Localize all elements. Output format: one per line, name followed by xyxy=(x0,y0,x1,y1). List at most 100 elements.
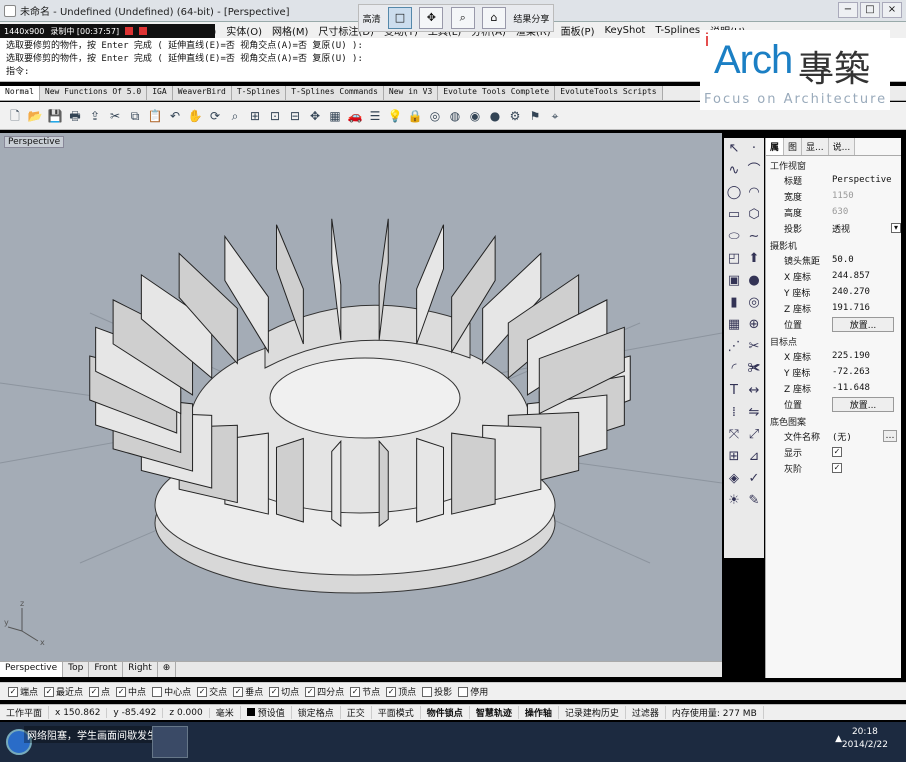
show-checkbox[interactable]: ✓ xyxy=(832,447,842,457)
place-camera-button[interactable]: 放置... xyxy=(832,316,894,332)
property-value[interactable]: 240.270 xyxy=(832,287,901,297)
print-icon[interactable]: 🖶 xyxy=(66,106,84,126)
gear-icon[interactable]: ⚙ xyxy=(506,106,524,126)
property-value[interactable]: 透视 xyxy=(832,222,891,235)
paste-icon[interactable]: 📋 xyxy=(146,106,164,126)
grid-icon[interactable]: ▦ xyxy=(326,106,344,126)
snap-icon[interactable]: ⌖ xyxy=(546,106,564,126)
toolbar-tab[interactable]: IGA xyxy=(147,86,173,100)
scale-icon[interactable]: ⤢ xyxy=(744,424,764,446)
render-icon[interactable]: ◍ xyxy=(446,106,464,126)
toolbar-tab[interactable]: T-Splines Commands xyxy=(286,86,384,100)
array-icon[interactable]: ⁞ xyxy=(724,402,744,424)
osnap-option[interactable]: ✓ 切点 xyxy=(269,685,299,698)
cylinder-icon[interactable]: ▮ xyxy=(724,292,744,314)
open-icon[interactable]: 📂 xyxy=(26,106,44,126)
save-icon[interactable]: 💾 xyxy=(46,106,64,126)
view-tab[interactable]: Perspective xyxy=(0,662,64,677)
layers-icon[interactable]: ☰ xyxy=(366,106,384,126)
group-icon[interactable]: ⊞ xyxy=(724,446,744,468)
paint-icon[interactable]: ✎ xyxy=(744,490,764,512)
sphere-icon[interactable]: ● xyxy=(744,270,764,292)
osnap-option[interactable]: ✓ 顶点 xyxy=(386,685,416,698)
share-label[interactable]: 结果分享 xyxy=(513,12,549,25)
shaded-icon[interactable]: ◉ xyxy=(466,106,484,126)
status-toggle[interactable]: 记录建构历史 xyxy=(559,706,626,719)
select-icon[interactable]: ↖ xyxy=(724,138,744,160)
light-icon[interactable]: 💡 xyxy=(386,106,404,126)
curve-icon[interactable]: ⌒ xyxy=(744,160,764,182)
tab-help[interactable]: 说... xyxy=(828,138,856,155)
copy-icon[interactable]: ⧉ xyxy=(126,106,144,126)
surface-icon[interactable]: ◰ xyxy=(724,248,744,270)
toolbar-tab[interactable]: T-Splines xyxy=(231,86,287,100)
toolbar-tab[interactable]: New Functions Of 5.0 xyxy=(39,86,148,100)
rhino-task[interactable] xyxy=(152,726,188,758)
osnap-option[interactable]: 停用 xyxy=(458,685,488,698)
osnap-checkbox[interactable] xyxy=(458,686,469,697)
osnap-option[interactable]: 中心点 xyxy=(152,685,191,698)
close-button[interactable]: × xyxy=(882,2,902,18)
property-value[interactable]: 191.716 xyxy=(832,303,901,313)
status-toggle[interactable]: 智慧轨迹 xyxy=(470,706,519,719)
status-toggle[interactable]: 锁定格点 xyxy=(292,706,341,719)
lock-icon[interactable]: 🔒 xyxy=(406,106,424,126)
osnap-checkbox[interactable] xyxy=(152,686,163,697)
maximize-button[interactable]: □ xyxy=(860,2,880,18)
flag-icon[interactable]: ⚑ xyxy=(526,106,544,126)
mirror-icon[interactable]: ⇋ xyxy=(744,402,764,424)
status-toggle[interactable]: 操作轴 xyxy=(519,706,559,719)
osnap-checkbox[interactable]: ✓ xyxy=(386,686,397,697)
extrude-icon[interactable]: ⬆ xyxy=(744,248,764,270)
property-value[interactable]: 244.857 xyxy=(832,271,901,281)
osnap-option[interactable]: ✓ 点 xyxy=(89,685,110,698)
zoom-icon[interactable]: ⌕ xyxy=(226,106,244,126)
toolbar-tab[interactable]: Normal xyxy=(0,86,40,100)
cplane-label[interactable]: 工作平面 xyxy=(0,706,50,719)
dimension-icon[interactable]: ↔ xyxy=(744,380,764,402)
record-stop-icon[interactable] xyxy=(125,27,134,35)
perspective-viewport[interactable]: Perspective z x y xyxy=(0,133,722,661)
spline-icon[interactable]: ∼ xyxy=(744,226,764,248)
toolbar-tab[interactable]: New in V3 xyxy=(383,86,439,100)
new-file-icon[interactable]: 🗋 xyxy=(6,106,24,126)
osnap-checkbox[interactable]: ✓ xyxy=(305,686,316,697)
transform-icon[interactable]: ⤧ xyxy=(724,424,744,446)
osnap-checkbox[interactable]: ✓ xyxy=(44,686,55,697)
move-icon[interactable]: ✥ xyxy=(419,7,444,29)
minimize-button[interactable]: − xyxy=(838,2,858,18)
layer-indicator[interactable]: 预设值 xyxy=(241,706,292,719)
status-toggle[interactable]: 平面模式 xyxy=(372,706,421,719)
menu-item[interactable]: T-Splines xyxy=(650,25,705,36)
zoom-icon[interactable]: ⌕ xyxy=(450,7,475,29)
osnap-option[interactable]: ✓ 最近点 xyxy=(44,685,83,698)
square-icon[interactable]: □ xyxy=(388,7,412,29)
record-pause-icon[interactable] xyxy=(139,27,148,35)
view-tab[interactable]: Right xyxy=(123,662,158,677)
osnap-option[interactable]: ✓ 节点 xyxy=(350,685,380,698)
menu-item[interactable]: 面板(P) xyxy=(556,23,600,38)
home-icon[interactable]: ⌂ xyxy=(481,7,506,29)
osnap-option[interactable]: ✓ 中点 xyxy=(116,685,146,698)
osnap-checkbox[interactable]: ✓ xyxy=(350,686,361,697)
osnap-checkbox[interactable] xyxy=(422,686,433,697)
polyline-icon[interactable]: ∿ xyxy=(724,160,744,182)
toolbar-tab[interactable]: EvoluteTools Scripts xyxy=(555,86,663,100)
gray-checkbox[interactable]: ✓ xyxy=(832,463,842,473)
sphere-icon[interactable]: ● xyxy=(486,106,504,126)
osnap-checkbox[interactable]: ✓ xyxy=(89,686,100,697)
status-toggle[interactable]: 过滤器 xyxy=(626,706,666,719)
ellipse-icon[interactable]: ⬭ xyxy=(724,226,744,248)
osnap-option[interactable]: ✓ 垂点 xyxy=(233,685,263,698)
light-icon[interactable]: ☀ xyxy=(724,490,744,512)
split-icon[interactable]: ✂ xyxy=(744,336,764,358)
cut-icon[interactable]: ✂ xyxy=(106,106,124,126)
browse-button[interactable]: … xyxy=(883,430,897,442)
osnap-checkbox[interactable]: ✓ xyxy=(197,686,208,697)
property-value[interactable]: 50.0 xyxy=(832,255,901,265)
view-tab[interactable]: Top xyxy=(63,662,90,677)
menu-item[interactable]: 网格(M) xyxy=(267,23,313,38)
clock[interactable]: 20:18 2014/2/22 xyxy=(842,726,888,752)
osnap-checkbox[interactable]: ✓ xyxy=(8,686,18,697)
property-value[interactable]: Perspective xyxy=(832,175,901,185)
